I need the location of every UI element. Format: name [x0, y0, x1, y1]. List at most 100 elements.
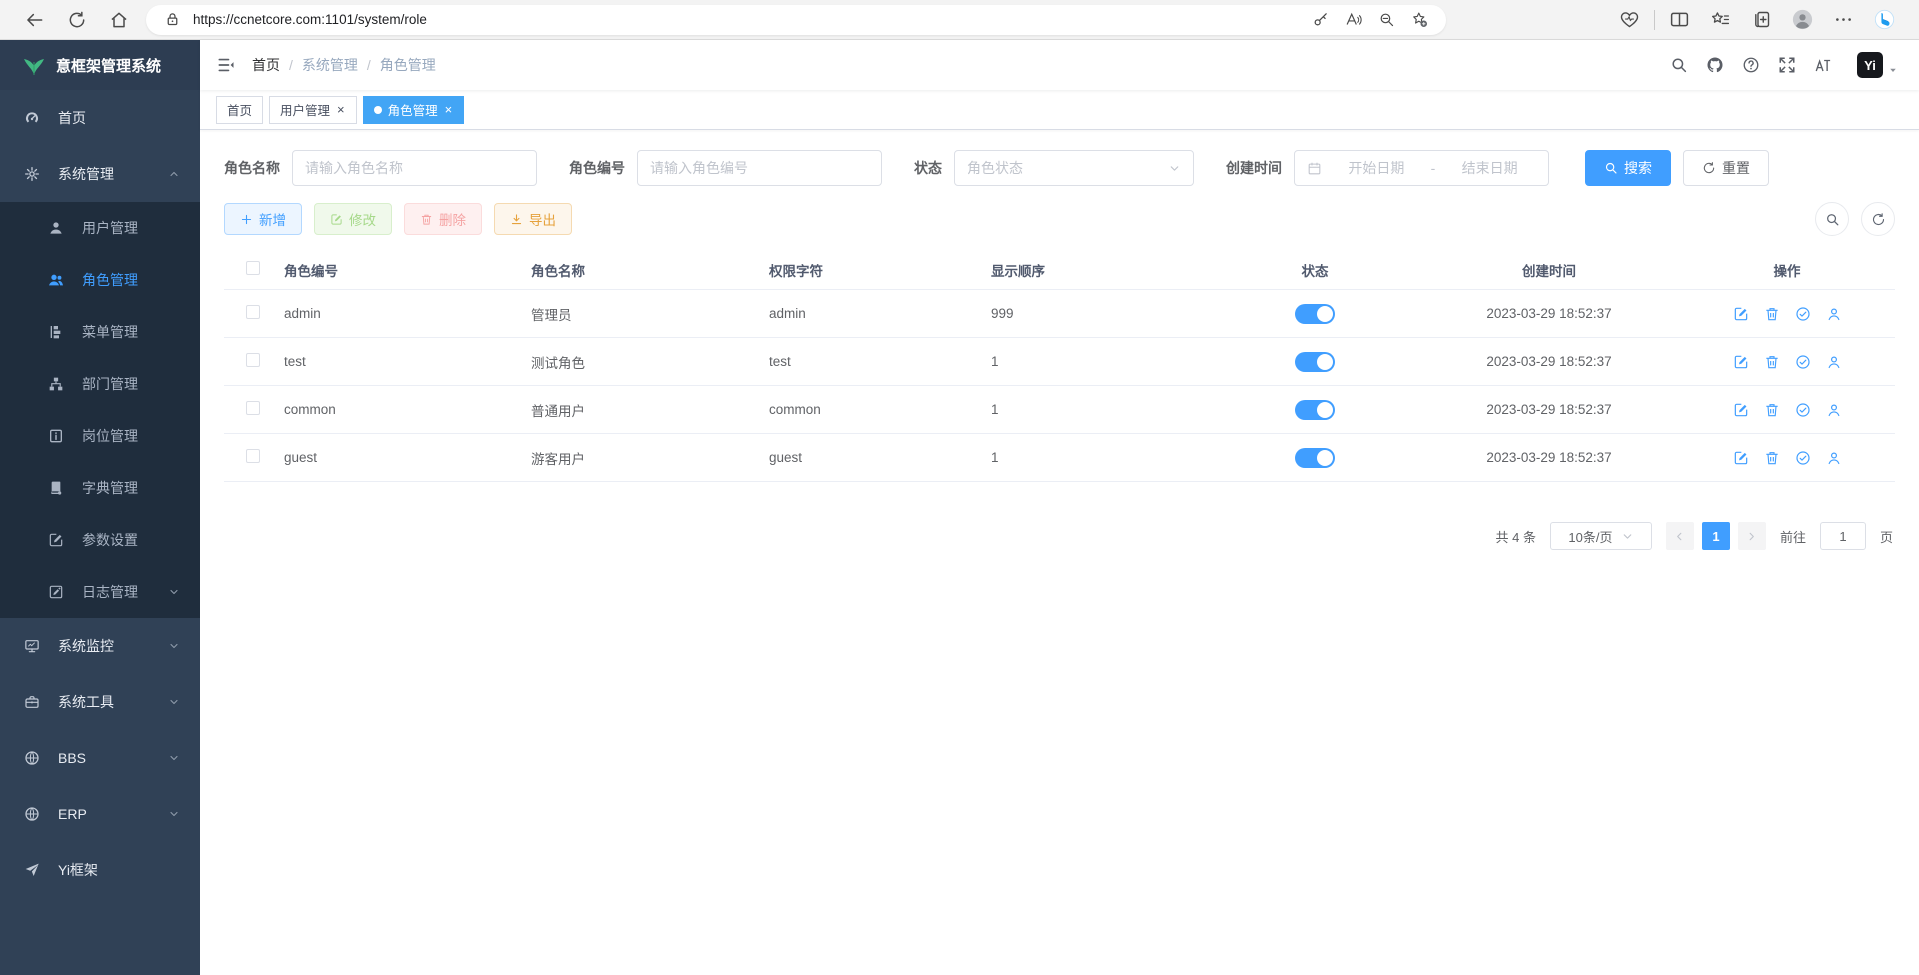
- role-code-input[interactable]: [637, 150, 882, 186]
- help-icon[interactable]: [1742, 56, 1760, 74]
- sidebar-item-11[interactable]: 系统工具: [0, 674, 200, 730]
- breadcrumb-item[interactable]: 首页: [252, 55, 280, 75]
- prev-page-button[interactable]: [1666, 522, 1694, 550]
- row-checkbox[interactable]: [246, 401, 260, 415]
- sidebar-item-3[interactable]: 角色管理: [0, 254, 200, 306]
- tab-1[interactable]: 用户管理 ×: [269, 96, 357, 124]
- font-size-icon[interactable]: [1814, 56, 1832, 74]
- reset-button[interactable]: 重置: [1683, 150, 1769, 186]
- sidebar-item-12[interactable]: BBS: [0, 730, 200, 786]
- row-action-edit-square-icon[interactable]: [1733, 354, 1749, 370]
- zoom-out-icon[interactable]: [1378, 11, 1395, 28]
- address-bar[interactable]: https://ccnetcore.com:1101/system/role: [146, 5, 1446, 35]
- row-action-user-outline-icon[interactable]: [1826, 450, 1842, 466]
- row-action-user-outline-icon[interactable]: [1826, 306, 1842, 322]
- row-action-check-circle-icon[interactable]: [1795, 306, 1811, 322]
- select-all-checkbox[interactable]: [246, 261, 260, 275]
- browser-toolbar: https://ccnetcore.com:1101/system/role: [0, 0, 1919, 40]
- browser-reload-icon[interactable]: [67, 10, 87, 30]
- status-label: 状态: [914, 158, 942, 178]
- row-action-user-outline-icon[interactable]: [1826, 402, 1842, 418]
- github-icon[interactable]: [1706, 56, 1724, 74]
- row-checkbox[interactable]: [246, 353, 260, 367]
- sidebar-item-0[interactable]: 首页: [0, 90, 200, 146]
- row-action-check-circle-icon[interactable]: [1795, 402, 1811, 418]
- page-1-button[interactable]: 1: [1702, 522, 1730, 550]
- row-action-edit-square-icon[interactable]: [1733, 402, 1749, 418]
- sidebar-item-13[interactable]: ERP: [0, 786, 200, 842]
- refresh-table-button[interactable]: [1861, 202, 1895, 236]
- row-action-trash-icon[interactable]: [1764, 306, 1780, 322]
- sidebar-item-6[interactable]: 岗位管理: [0, 410, 200, 462]
- profile-avatar[interactable]: [1792, 9, 1813, 30]
- sidebar-item-1[interactable]: 系统管理: [0, 146, 200, 202]
- fullscreen-icon[interactable]: [1778, 56, 1796, 74]
- tab-close-icon[interactable]: ×: [336, 102, 346, 117]
- row-action-check-circle-icon[interactable]: [1795, 354, 1811, 370]
- sidebar-item-2[interactable]: 用户管理: [0, 202, 200, 254]
- status-toggle[interactable]: [1295, 448, 1335, 468]
- lock-icon[interactable]: [164, 11, 181, 28]
- export-button[interactable]: 导出: [494, 203, 572, 235]
- cell-display-order: 1: [981, 354, 1211, 369]
- tab-close-icon[interactable]: ×: [444, 102, 454, 117]
- sidebar-item-10[interactable]: 系统监控: [0, 618, 200, 674]
- row-action-edit-square-icon[interactable]: [1733, 450, 1749, 466]
- url-text[interactable]: https://ccnetcore.com:1101/system/role: [193, 12, 1304, 27]
- row-action-edit-square-icon[interactable]: [1733, 306, 1749, 322]
- edit-button[interactable]: 修改: [314, 203, 392, 235]
- row-action-check-circle-icon[interactable]: [1795, 450, 1811, 466]
- status-toggle[interactable]: [1295, 352, 1335, 372]
- search-icon[interactable]: [1670, 56, 1688, 74]
- sidebar-item-7[interactable]: 字典管理: [0, 462, 200, 514]
- browser-back-icon[interactable]: [25, 10, 45, 30]
- date-separator: -: [1431, 160, 1436, 176]
- breadcrumb-separator: /: [367, 57, 371, 73]
- favorite-add-icon[interactable]: [1411, 11, 1428, 28]
- next-page-button[interactable]: [1738, 522, 1766, 550]
- status-toggle[interactable]: [1295, 400, 1335, 420]
- copilot-icon[interactable]: [1874, 9, 1895, 30]
- page-unit-label: 页: [1880, 527, 1893, 546]
- browser-essentials-icon[interactable]: [1619, 9, 1640, 30]
- sidebar-fold-icon[interactable]: [216, 55, 236, 75]
- sidebar-item-label: 参数设置: [82, 530, 192, 550]
- status-toggle[interactable]: [1295, 304, 1335, 324]
- key-icon[interactable]: [1312, 11, 1329, 28]
- collections-icon[interactable]: [1710, 9, 1731, 30]
- caret-down-icon[interactable]: [1887, 64, 1899, 76]
- row-action-trash-icon[interactable]: [1764, 450, 1780, 466]
- user-avatar[interactable]: Yi: [1857, 52, 1883, 78]
- role-name-input[interactable]: [292, 150, 537, 186]
- cell-role-code: test: [274, 354, 521, 369]
- page-size-select[interactable]: 10条/页: [1550, 522, 1652, 550]
- app-logo[interactable]: 意框架管理系统: [0, 40, 200, 90]
- row-checkbox[interactable]: [246, 305, 260, 319]
- chevron-down-icon: [1168, 162, 1181, 175]
- sidebar-item-5[interactable]: 部门管理: [0, 358, 200, 410]
- read-aloud-icon[interactable]: [1345, 11, 1362, 28]
- goto-page-input[interactable]: [1820, 522, 1866, 550]
- tab-actions-icon[interactable]: [1751, 9, 1772, 30]
- split-screen-icon[interactable]: [1669, 9, 1690, 30]
- tab-2[interactable]: 角色管理 ×: [363, 96, 465, 124]
- add-button[interactable]: 新增: [224, 203, 302, 235]
- delete-button[interactable]: 删除: [404, 203, 482, 235]
- row-checkbox[interactable]: [246, 449, 260, 463]
- sidebar-item-14[interactable]: Yi框架: [0, 842, 200, 898]
- row-action-trash-icon[interactable]: [1764, 402, 1780, 418]
- badge-icon: [48, 428, 64, 444]
- sidebar-item-4[interactable]: 菜单管理: [0, 306, 200, 358]
- browser-home-icon[interactable]: [109, 10, 129, 30]
- date-range-picker[interactable]: 开始日期 - 结束日期: [1294, 150, 1549, 186]
- status-select[interactable]: 角色状态: [954, 150, 1194, 186]
- show-search-button[interactable]: [1815, 202, 1849, 236]
- sidebar-item-label: 菜单管理: [82, 322, 192, 342]
- sidebar-item-8[interactable]: 参数设置: [0, 514, 200, 566]
- sidebar-item-9[interactable]: 日志管理: [0, 566, 200, 618]
- row-action-trash-icon[interactable]: [1764, 354, 1780, 370]
- row-action-user-outline-icon[interactable]: [1826, 354, 1842, 370]
- search-button[interactable]: 搜索: [1585, 150, 1671, 186]
- tab-0[interactable]: 首页: [216, 96, 263, 124]
- more-menu-icon[interactable]: [1833, 9, 1854, 30]
